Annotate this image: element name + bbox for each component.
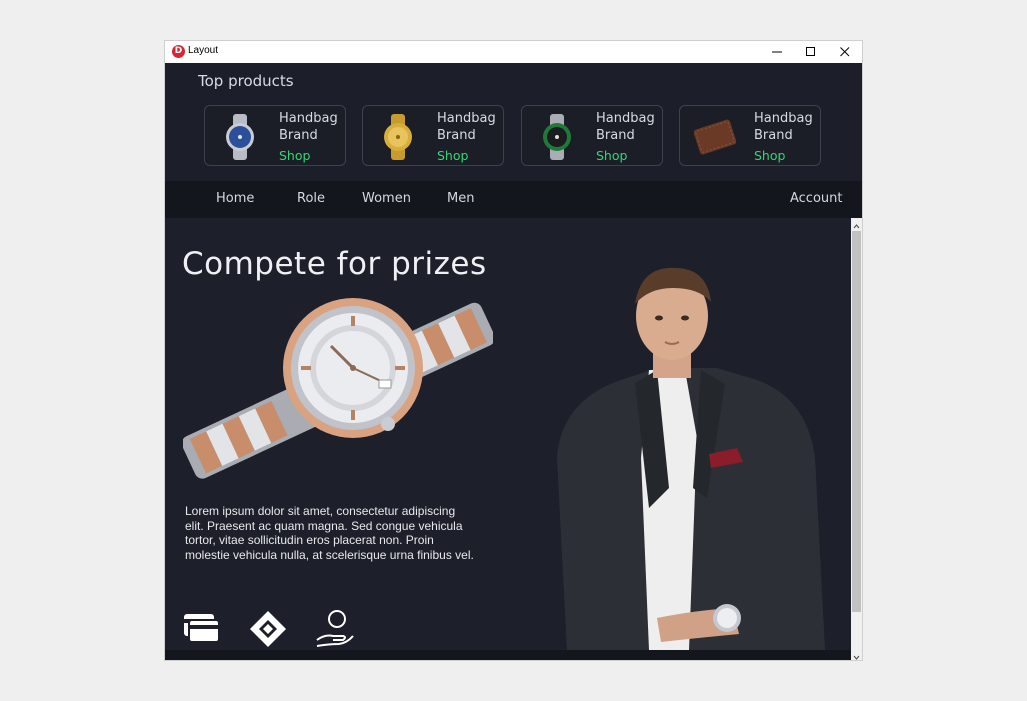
nav-item-account[interactable]: Account [790, 191, 843, 206]
diamond-icon[interactable] [249, 610, 287, 648]
scroll-up-button[interactable] [851, 218, 862, 230]
gold-watch-image [384, 114, 412, 160]
product-title: Handbag Brand [279, 111, 338, 143]
product-card[interactable]: Handbag Brand Shop [679, 105, 821, 166]
minimize-icon [772, 51, 782, 53]
maximize-icon [806, 47, 815, 56]
shop-link[interactable]: Shop [596, 148, 627, 163]
product-card[interactable]: Handbag Brand Shop [521, 105, 663, 166]
shop-link[interactable]: Shop [754, 148, 785, 163]
shop-link[interactable]: Shop [437, 148, 468, 163]
chevron-down-icon [853, 655, 860, 660]
hero-title: Compete for prizes [182, 246, 487, 282]
cards-icon[interactable] [183, 610, 221, 646]
footer-strip [165, 650, 851, 660]
nav-item-home[interactable]: Home [216, 191, 254, 206]
hand-user-icon[interactable] [315, 610, 355, 648]
model-photo [557, 267, 825, 650]
product-title: Handbag Brand [596, 111, 655, 143]
product-card[interactable]: Handbag Brand Shop [362, 105, 504, 166]
app-logo-icon: D [172, 45, 185, 58]
shop-link[interactable]: Shop [279, 148, 310, 163]
top-products-section: Top products Handbag Brand Shop Handbag … [165, 63, 862, 181]
hero-watch-image [183, 298, 493, 479]
nav-item-women[interactable]: Women [362, 191, 411, 206]
green-bezel-watch-image [543, 114, 571, 160]
hero-description: Lorem ipsum dolor sit amet, consectetur … [185, 504, 474, 562]
product-title: Handbag Brand [754, 111, 813, 143]
app-window: D Layout Top products Handbag Brand Shop [165, 41, 862, 660]
scrollbar-thumb[interactable] [852, 231, 861, 612]
close-icon [840, 47, 850, 57]
close-button[interactable] [828, 41, 862, 63]
product-title: Handbag Brand [437, 111, 496, 143]
minimize-button[interactable] [760, 41, 794, 63]
brown-wallet-image [694, 119, 736, 155]
vertical-scrollbar[interactable] [851, 218, 862, 660]
hero-section: Compete for prizes Lorem ipsum dolor sit… [165, 218, 851, 650]
maximize-button[interactable] [794, 41, 828, 63]
top-products-title: Top products [198, 72, 294, 90]
product-card[interactable]: Handbag Brand Shop [204, 105, 346, 166]
window-title: Layout [188, 45, 219, 56]
blue-dial-watch-image [226, 114, 254, 160]
nav-item-role[interactable]: Role [297, 191, 325, 206]
title-bar: D Layout [165, 41, 862, 63]
scroll-down-button[interactable] [851, 648, 862, 660]
nav-item-men[interactable]: Men [447, 191, 474, 206]
main-nav: Home Role Women Men Account [165, 181, 862, 218]
